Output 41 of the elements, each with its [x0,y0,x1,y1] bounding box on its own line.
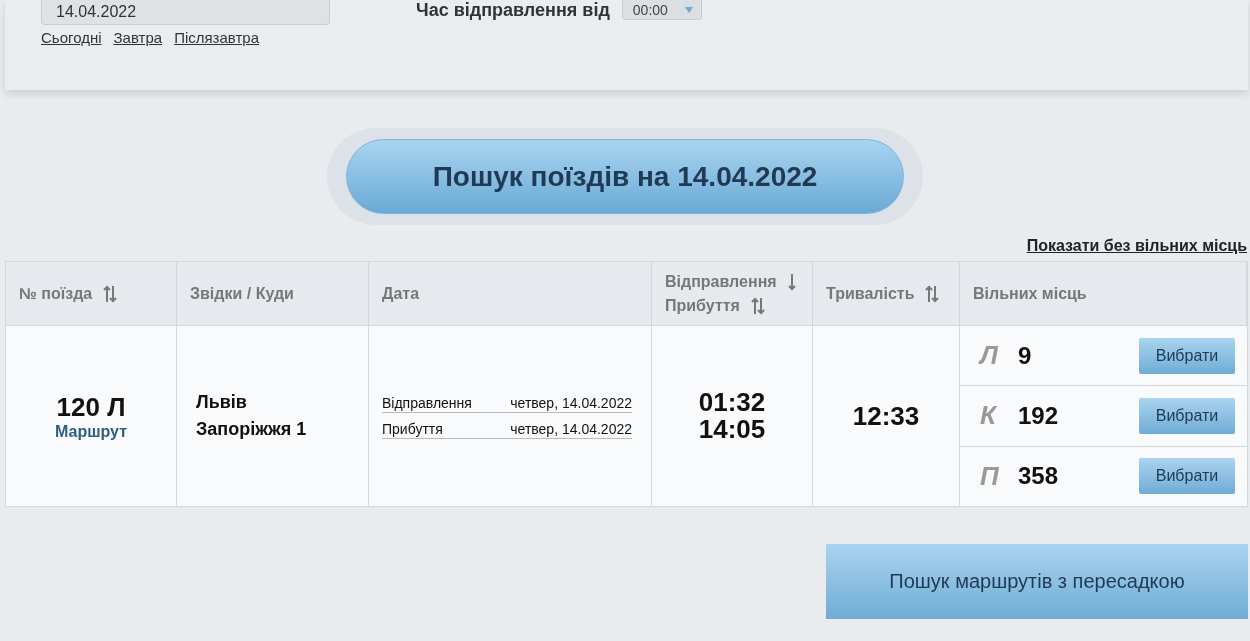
sort-down-icon[interactable] [786,272,797,291]
column-title: Звідки / Куди [190,284,294,303]
column-title: Дата [382,284,420,303]
date-label: Відправлення [382,395,472,411]
date-value: четвер, 14.04.2022 [510,395,632,411]
select-button[interactable]: Вибрати [1139,398,1235,434]
select-button[interactable]: Вибрати [1139,458,1235,495]
column-title: Вільних місць [973,284,1087,303]
station-from: Львів [195,391,247,414]
sort-icon[interactable] [749,296,766,315]
column-title: Відправлення [665,272,777,291]
quick-date-link[interactable]: Післязавтра [174,29,260,46]
date-value: четвер, 14.04.2022 [510,421,632,437]
train-number: 120 Л [56,391,126,423]
sort-icon[interactable] [102,284,119,303]
time-select[interactable]: 00:00 [621,0,702,20]
quick-date-link[interactable]: Сьогодні [41,29,102,46]
date-label: Прибуття [382,421,443,437]
arrival-time: 14:05 [698,416,766,443]
column-title: Тривалість [826,284,915,303]
carriage-class: П [980,460,1000,492]
seat-count: 358 [1018,462,1060,491]
sort-icon[interactable] [924,284,941,303]
carriage-class: Л [980,340,1000,372]
carriage-class: К [980,400,998,432]
seat-count: 9 [1018,341,1033,370]
column-title: № поїзда [19,284,93,303]
column-title: Прибуття [665,296,740,315]
departure-time-label: Час відправлення від [416,0,610,21]
transfer-search-button[interactable]: Пошук маршрутів з пересадкою [826,544,1248,619]
seat-count: 192 [1018,402,1060,430]
departure-time: 01:32 [698,389,766,416]
show-without-seats-link[interactable]: Показати без вільних місць [1026,237,1247,255]
duration: 12:33 [852,402,920,430]
quick-date-link[interactable]: Завтра [113,29,163,46]
select-button[interactable]: Вибрати [1139,337,1235,374]
caret-icon [684,6,693,13]
date-field[interactable]: 14.04.2022 [41,0,330,25]
station-to: Запоріжжя 1 [195,418,307,441]
search-trains-button[interactable]: Пошук поїздів на 14.04.2022 [346,139,904,214]
route-link[interactable]: Маршрут [55,422,127,441]
